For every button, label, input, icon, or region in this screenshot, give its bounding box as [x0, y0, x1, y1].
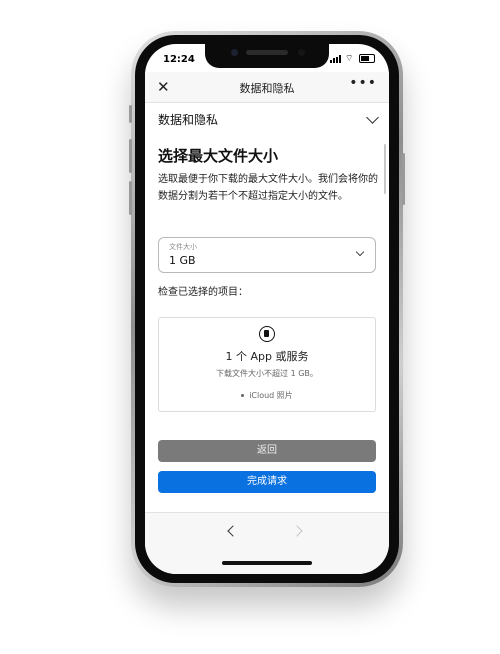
back-arrow-icon[interactable]	[227, 525, 239, 537]
screen: 12:24 ⌔ ✕ 数据和隐私 ••• 数据和隐私 选择最大文件大小 选取最便于…	[145, 44, 389, 574]
list-item-label: iCloud 照片	[249, 391, 293, 400]
document-icon	[259, 326, 275, 342]
file-size-label: 文件大小	[169, 243, 197, 251]
chevron-down-icon	[366, 111, 379, 124]
done-button[interactable]: 完成请求	[158, 471, 376, 493]
summary-title: 1 个 App 或服务	[225, 350, 309, 363]
back-button[interactable]: 返回	[158, 440, 376, 462]
status-time: 12:24	[163, 54, 195, 65]
more-icon[interactable]: •••	[349, 75, 377, 91]
scrollbar[interactable]	[384, 144, 386, 194]
battery-icon	[359, 54, 375, 63]
file-size-value: 1 GB	[169, 254, 196, 267]
section-header[interactable]: 数据和隐私	[145, 103, 389, 134]
status-icons: ⌔	[330, 54, 375, 63]
volume-up-button	[129, 139, 132, 173]
notch	[205, 44, 329, 68]
page-title: 选择最大文件大小	[158, 147, 279, 165]
bullet-icon	[241, 394, 245, 397]
review-label: 检查已选择的项目：	[158, 287, 248, 298]
power-button	[402, 153, 405, 205]
forward-arrow-icon[interactable]	[291, 525, 303, 537]
chevron-down-icon	[355, 247, 365, 257]
silent-switch	[129, 105, 132, 123]
main-content: 选择最大文件大小 选取最便于你下载的最大文件大小。我们会将你的数据分割为若干个不…	[145, 133, 389, 503]
section-title: 数据和隐私	[158, 113, 219, 127]
phone-frame: 12:24 ⌔ ✕ 数据和隐私 ••• 数据和隐私 选择最大文件大小 选取最便于…	[129, 31, 405, 587]
page-description: 选取最便于你下载的最大文件大小。我们会将你的数据分割为若干个不超过指定大小的文件…	[158, 174, 378, 202]
summary-subtitle: 下载文件大小不超过 1 GB。	[216, 369, 318, 378]
nav-bar: ✕ 数据和隐私 •••	[145, 72, 389, 103]
volume-down-button	[129, 181, 132, 215]
signal-icon	[330, 54, 341, 63]
home-indicator[interactable]	[222, 561, 312, 565]
browser-toolbar	[145, 512, 389, 574]
file-size-select[interactable]: 文件大小 1 GB	[158, 237, 376, 273]
sensor	[298, 49, 305, 56]
wifi-icon: ⌔	[345, 53, 354, 64]
summary-card: 1 个 App 或服务 下载文件大小不超过 1 GB。 iCloud 照片	[158, 317, 376, 412]
speaker	[246, 50, 288, 55]
list-item: iCloud 照片	[159, 390, 375, 401]
camera	[231, 49, 238, 56]
